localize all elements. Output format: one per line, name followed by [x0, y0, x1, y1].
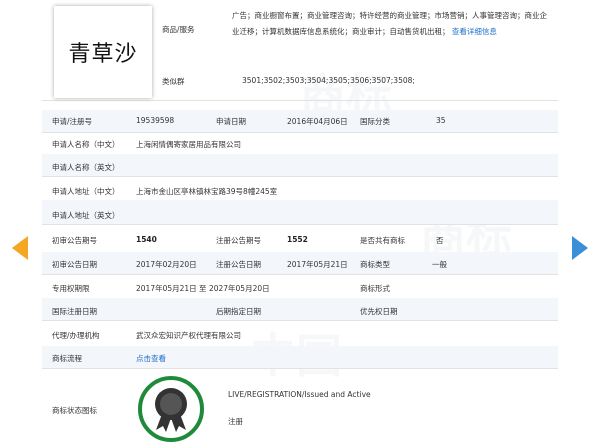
address-cn-label: 申请人地址（中文）: [52, 187, 120, 196]
intl-class-value: 35: [436, 116, 446, 125]
trademark-name: 青草沙: [68, 42, 138, 67]
prelim-date-value: 2017年02月20日: [136, 260, 197, 269]
prelim-date-label: 初审公告日期: [52, 260, 97, 269]
address-en-label: 申请人地址（英文）: [52, 211, 120, 220]
registered-seal-icon: [138, 376, 204, 442]
applicant-cn-value: 上海闲情偶寄家居用品有限公司: [136, 140, 241, 149]
applicant-en-label: 申请人名称（英文）: [52, 163, 120, 172]
similar-group-label: 类似群: [162, 77, 185, 86]
goods-label: 商品/服务: [162, 25, 195, 34]
status-label: 商标状态图标: [52, 406, 97, 415]
agent-label: 代理/办理机构: [52, 331, 100, 340]
reg-pub-no-value: 1552: [287, 235, 308, 244]
address-cn-value: 上海市金山区亭林镇林宝路39号8幢245室: [136, 187, 278, 196]
reg-pub-date-value: 2017年05月21日: [287, 260, 348, 269]
process-link[interactable]: 点击查看: [136, 353, 166, 364]
apply-date-label: 申请日期: [216, 117, 246, 126]
exclusive-label: 专用权期限: [52, 284, 90, 293]
detail-link[interactable]: 查看详细信息: [452, 27, 497, 36]
tm-type-label: 商标类型: [360, 260, 390, 269]
reg-no-label: 申请/注册号: [52, 117, 93, 126]
agent-value: 武汉众宏知识产权代理有限公司: [136, 331, 241, 340]
shared-value: 否: [436, 236, 444, 245]
applicant-cn-label: 申请人名称（中文）: [52, 140, 120, 149]
row-exclusive: [42, 274, 558, 299]
prelim-no-value: 1540: [136, 235, 157, 244]
right-arrow-icon[interactable]: [570, 236, 588, 260]
shared-label: 是否共有商标: [360, 236, 405, 245]
trademark-image: 青草沙: [54, 6, 152, 98]
similar-group-value: 3501;3502;3503;3504;3505;3506;3507;3508;: [242, 76, 415, 85]
status-value: LIVE/REGISTRATION/Issued and Active: [228, 390, 371, 399]
status-sub: 注册: [228, 417, 243, 426]
row-process: [42, 346, 558, 369]
tm-form-label: 商标形式: [360, 284, 390, 293]
reg-pub-no-label: 注册公告期号: [216, 236, 261, 245]
row-agent: [42, 320, 558, 347]
process-label: 商标流程: [52, 354, 82, 363]
later-date-label: 后期指定日期: [216, 307, 261, 316]
goods-text: 广告；商业橱窗布置；商业管理咨询；特许经营的商业管理；市场营销；人事管理咨询；商…: [232, 11, 547, 36]
row-intl-reg: [42, 298, 558, 321]
prelim-no-label: 初审公告期号: [52, 236, 97, 245]
apply-date-value: 2016年04月06日: [287, 117, 348, 126]
priority-date-label: 优先权日期: [360, 307, 398, 316]
reg-pub-date-label: 注册公告日期: [216, 260, 261, 269]
goods-services: 广告；商业橱窗布置；商业管理咨询；特许经营的商业管理；市场营销；人事管理咨询；商…: [232, 8, 552, 40]
ribbon-badge-icon: [155, 388, 187, 432]
reg-no-value: 19539598: [136, 116, 175, 125]
exclusive-value: 2017年05月21日 至 2027年05月20日: [136, 284, 270, 293]
tm-type-value: 一般: [432, 260, 447, 269]
intl-class-label: 国际分类: [360, 117, 390, 126]
intl-reg-date-label: 国际注册日期: [52, 307, 97, 316]
left-arrow-icon[interactable]: [12, 236, 30, 260]
row-status: [42, 368, 558, 448]
